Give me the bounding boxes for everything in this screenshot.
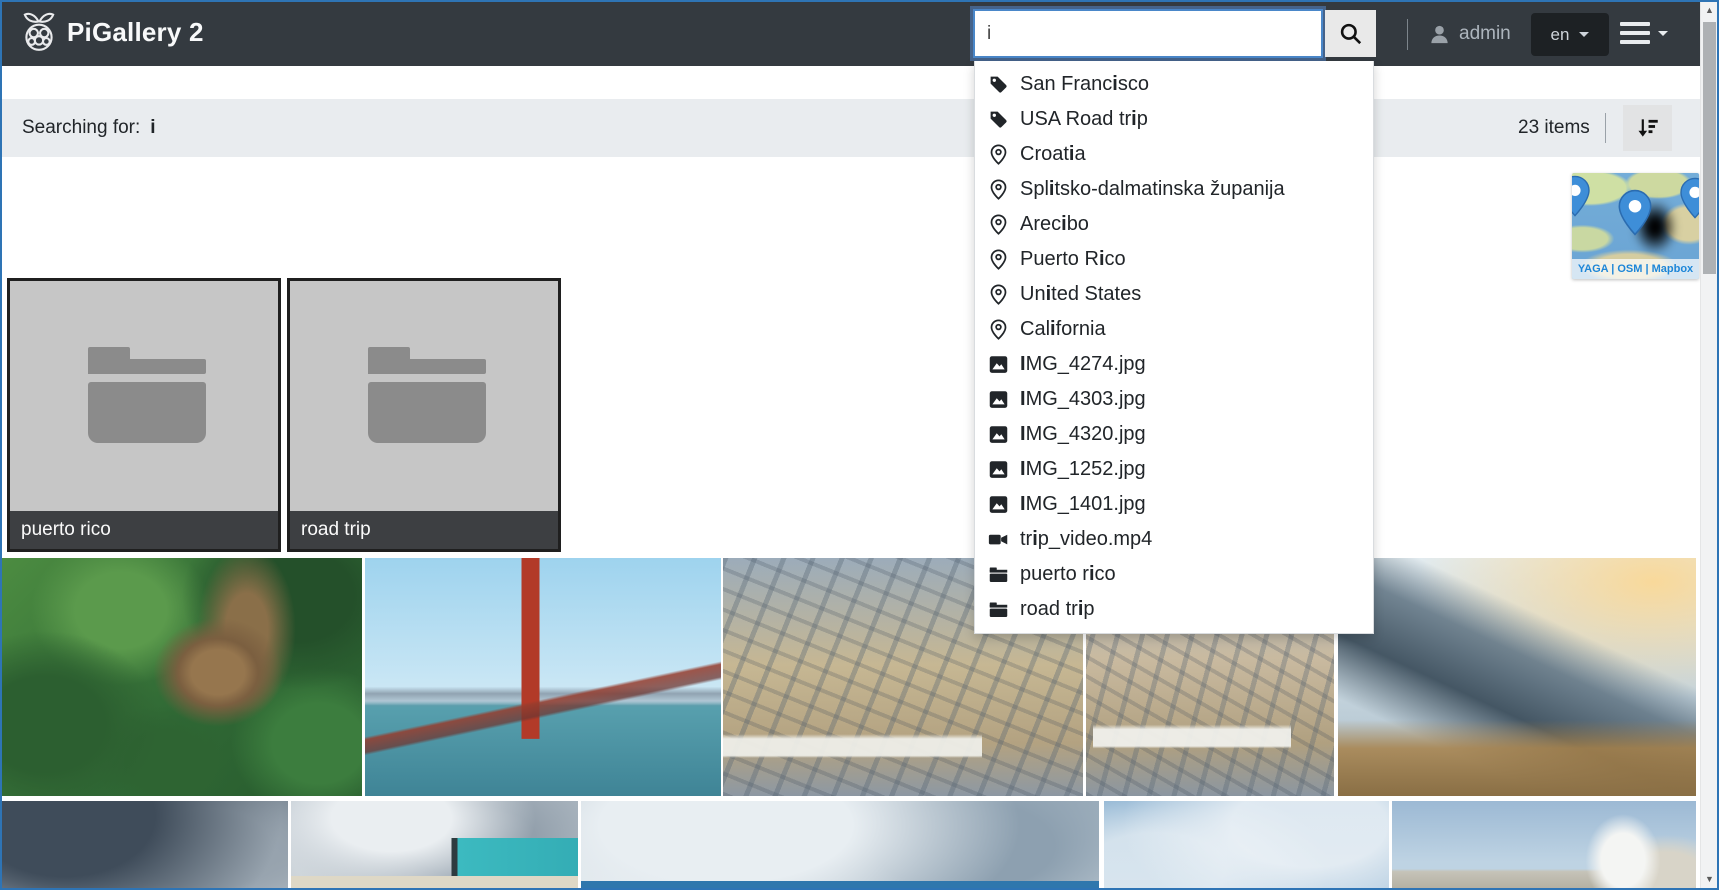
username: admin: [1459, 23, 1511, 45]
photo-thumbnail-city-dome-skyline[interactable]: [1392, 801, 1696, 888]
suggestion-label: Puerto Rico: [1020, 248, 1126, 271]
map-pin-icon: [1572, 175, 1592, 217]
suggestion-label: California: [1020, 318, 1106, 341]
suggestion-label: IMG_4303.jpg: [1020, 388, 1146, 411]
item-count: 23 items: [1518, 99, 1590, 157]
results-bar: Searching for: i 23 items: [2, 99, 1700, 157]
suggestion-label: IMG_4320.jpg: [1020, 423, 1146, 446]
vertical-scrollbar[interactable]: ▲ ▼: [1700, 2, 1717, 888]
tag-icon: [988, 109, 1009, 130]
image-icon: [988, 424, 1009, 445]
scrollbar-thumb[interactable]: [1703, 22, 1716, 274]
suggestion-item[interactable]: puerto rico: [975, 557, 1373, 592]
suggestion-item[interactable]: trip_video.mp4: [975, 522, 1373, 557]
tag-icon: [988, 74, 1009, 95]
suggestion-label: United States: [1020, 283, 1141, 306]
image-icon: [988, 354, 1009, 375]
suggestion-item[interactable]: Arecibo: [975, 207, 1373, 242]
video-icon: [988, 529, 1009, 550]
folder-icon: [368, 347, 486, 447]
location-icon: [988, 284, 1009, 305]
suggestion-item[interactable]: road trip: [975, 592, 1373, 627]
search-suggestions-panel: San Francisco USA Road trip Croatia Splitsk…: [974, 61, 1374, 634]
app-window: PiGallery 2 admin en: [0, 0, 1719, 890]
folder-icon: [88, 347, 206, 447]
user-menu[interactable]: admin: [1428, 2, 1511, 66]
suggestion-item[interactable]: IMG_4320.jpg: [975, 417, 1373, 452]
scroll-up-arrow[interactable]: ▲: [1701, 2, 1718, 19]
app-title: PiGallery 2: [67, 17, 204, 48]
suggestion-item[interactable]: San Francisco: [975, 67, 1373, 102]
suggestion-label: trip_video.mp4: [1020, 528, 1152, 551]
map-preview-button[interactable]: YAGA | OSM | Mapbox: [1572, 173, 1699, 279]
map-pin-icon: [1678, 177, 1699, 219]
image-icon: [988, 389, 1009, 410]
navbar-divider: [1407, 19, 1408, 50]
suggestion-label: San Francisco: [1020, 73, 1149, 96]
photo-thumbnail-mountain-sunrise[interactable]: [1338, 558, 1696, 796]
photo-thumbnail-golden-gate-bridge[interactable]: [365, 558, 721, 796]
person-icon: [1428, 23, 1451, 46]
main-menu-button[interactable]: [1620, 22, 1668, 44]
suggestion-label: road trip: [1020, 598, 1095, 621]
location-icon: [988, 179, 1009, 200]
magnifier-icon: [1338, 21, 1364, 47]
suggestion-label: Splitsko-dalmatinska županija: [1020, 178, 1285, 201]
suggestion-item[interactable]: IMG_4274.jpg: [975, 347, 1373, 382]
location-icon: [988, 144, 1009, 165]
caret-down-icon: [1658, 31, 1668, 36]
search-input[interactable]: [973, 9, 1323, 58]
search-button[interactable]: [1325, 10, 1376, 57]
count-divider: [1605, 113, 1606, 143]
suggestion-item[interactable]: USA Road trip: [975, 102, 1373, 137]
suggestion-item[interactable]: IMG_1401.jpg: [975, 487, 1373, 522]
folder-icon: [988, 599, 1009, 620]
caret-down-icon: [1579, 32, 1589, 37]
map-pin-icon: [1616, 189, 1654, 236]
suggestion-item[interactable]: Splitsko-dalmatinska županija: [975, 172, 1373, 207]
sort-amount-down-icon: [1635, 115, 1661, 141]
language-code: en: [1551, 25, 1570, 45]
suggestion-item[interactable]: United States: [975, 277, 1373, 312]
location-icon: [988, 214, 1009, 235]
navbar: PiGallery 2 admin en: [2, 2, 1700, 66]
map-attribution: YAGA | OSM | Mapbox: [1572, 259, 1699, 279]
sort-button[interactable]: [1623, 105, 1672, 151]
image-icon: [988, 494, 1009, 515]
raspberry-pi-logo-icon: [20, 11, 58, 53]
suggestion-item[interactable]: Puerto Rico: [975, 242, 1373, 277]
search-query-text: i: [150, 117, 155, 139]
folder-card[interactable]: puerto rico: [7, 278, 281, 552]
suggestion-label: USA Road trip: [1020, 108, 1148, 131]
photo-thumbnail-squirrel-in-ivy[interactable]: [2, 558, 362, 796]
suggestion-label: IMG_4274.jpg: [1020, 353, 1146, 376]
photo-thumbnail-storm-clouds[interactable]: [2, 801, 288, 888]
brand[interactable]: PiGallery 2: [20, 11, 204, 53]
suggestion-item[interactable]: IMG_1252.jpg: [975, 452, 1373, 487]
hamburger-icon: [1620, 22, 1650, 44]
suggestion-label: IMG_1401.jpg: [1020, 493, 1146, 516]
suggestion-item[interactable]: IMG_4303.jpg: [975, 382, 1373, 417]
folder-name: puerto rico: [10, 511, 278, 549]
image-icon: [988, 459, 1009, 480]
photo-thumbnail-blue-sky[interactable]: [1104, 801, 1389, 888]
suggestion-label: Croatia: [1020, 143, 1086, 166]
location-icon: [988, 319, 1009, 340]
photo-thumbnail-teal-building[interactable]: [291, 801, 578, 888]
suggestion-item[interactable]: Croatia: [975, 137, 1373, 172]
suggestion-label: Arecibo: [1020, 213, 1089, 236]
suggestion-label: puerto rico: [1020, 563, 1116, 586]
searching-for-label: Searching for: i: [22, 99, 156, 157]
folder-card[interactable]: road trip: [287, 278, 561, 552]
suggestion-label: IMG_1252.jpg: [1020, 458, 1146, 481]
folder-name: road trip: [290, 511, 558, 549]
scroll-down-arrow[interactable]: ▼: [1701, 871, 1718, 888]
photo-thumbnail-cloudy-seascape[interactable]: [581, 801, 1099, 888]
location-icon: [988, 249, 1009, 270]
folder-icon: [988, 564, 1009, 585]
language-dropdown[interactable]: en: [1531, 13, 1609, 56]
suggestion-item[interactable]: California: [975, 312, 1373, 347]
